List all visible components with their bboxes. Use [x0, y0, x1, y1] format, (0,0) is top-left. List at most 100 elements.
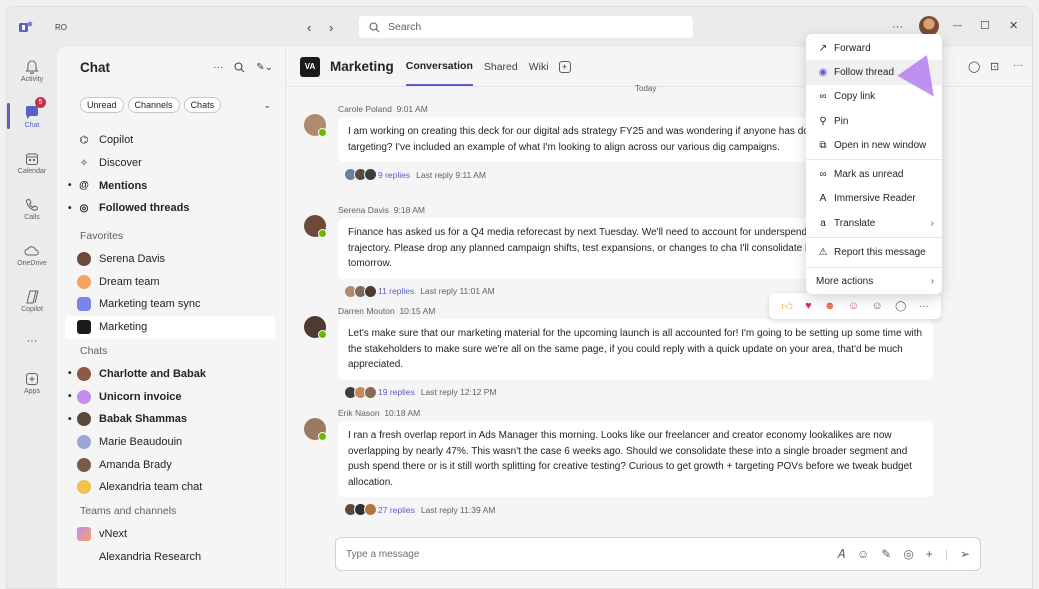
more-icon[interactable]: ··· — [213, 62, 223, 73]
user-initials[interactable]: RO — [55, 23, 67, 32]
nav-followed-threads[interactable]: • ◎ Followed threads — [57, 197, 285, 220]
menu-item-report[interactable]: ⚠ Report this message — [806, 240, 942, 264]
reply-count-link[interactable]: 27 replies — [378, 505, 415, 515]
menu-label: Immersive Reader — [834, 193, 916, 205]
teams-header[interactable]: Teams and channels — [57, 499, 285, 523]
menu-item-mark-unread[interactable]: ∞ Mark as unread — [806, 162, 942, 186]
menu-divider — [806, 237, 942, 239]
chevron-down-icon[interactable]: ⌄ — [263, 100, 271, 111]
thread-replies[interactable]: 19 replies Last reply 12:12 PM — [344, 385, 944, 399]
filter-chats[interactable]: Chats — [183, 97, 222, 113]
sticker-icon[interactable]: ✎ — [881, 547, 891, 561]
tab-wiki[interactable]: Wiki — [529, 61, 549, 73]
meet-icon[interactable]: ⊡ — [990, 60, 999, 73]
add-tab-icon[interactable]: + — [558, 60, 571, 73]
chat-item[interactable]: Dream team — [57, 270, 285, 293]
chat-item-selected[interactable]: Marketing — [65, 315, 275, 339]
search-box[interactable]: Search — [359, 16, 693, 38]
menu-label: Forward — [834, 42, 871, 54]
chevron-right-icon: › — [930, 217, 934, 229]
menu-item-translate[interactable]: a Translate › — [806, 211, 942, 235]
avatar — [364, 503, 377, 516]
initials-avatar — [77, 434, 91, 449]
profile-avatar[interactable] — [919, 16, 939, 36]
reply-count-link[interactable]: 11 replies — [378, 286, 414, 296]
tab-conversation[interactable]: Conversation — [405, 48, 473, 86]
chat-bubble-icon[interactable]: ◯ — [968, 60, 980, 73]
format-icon[interactable]: 𝐴 — [837, 547, 845, 562]
tab-shared[interactable]: Shared — [484, 61, 518, 73]
rail-chat[interactable]: 5 Chat — [7, 93, 57, 139]
menu-item-pin[interactable]: ⚲ Pin — [806, 109, 942, 133]
chat-item[interactable]: Amanda Brady — [57, 453, 285, 476]
menu-label: Translate — [834, 217, 876, 229]
message-4: Erik Nason 10:18 AM I ran a fresh overla… — [304, 408, 944, 516]
more-icon[interactable]: ··· — [919, 301, 929, 312]
search-placeholder: Search — [388, 21, 422, 33]
chat-item[interactable]: • Unicorn invoice — [57, 385, 285, 408]
rail-apps[interactable]: Apps — [7, 359, 57, 405]
unread-icon: ∞ — [819, 169, 827, 181]
chat-item-label: Unicorn invoice — [99, 390, 182, 403]
thread-replies[interactable]: 27 replies Last reply 11:39 AM — [344, 503, 944, 516]
compose-box[interactable]: Type a message 𝐴 ☺ ✎ ◎ + | ➢ — [335, 537, 981, 571]
chats-header[interactable]: Chats — [57, 339, 285, 363]
maximize-button[interactable]: ☐ — [980, 19, 990, 32]
rail-label: Calendar — [17, 167, 47, 175]
chat-item[interactable]: Alexandria team chat — [57, 476, 285, 499]
filter-channels[interactable]: Channels — [127, 97, 180, 113]
chat-item[interactable]: • Charlotte and Babak — [57, 363, 285, 386]
rail-copilot[interactable]: Copilot — [7, 277, 57, 323]
forward-nav-icon[interactable]: › — [329, 20, 333, 35]
like-reaction[interactable]: 👍︎ — [781, 300, 793, 313]
menu-item-open-new-window[interactable]: ⧉ Open in new window — [806, 133, 942, 157]
favorites-header[interactable]: Favorites — [57, 224, 285, 248]
chevron-right-icon: › — [930, 276, 934, 288]
cloud-icon — [23, 242, 41, 260]
menu-item-more-actions[interactable]: More actions › — [806, 270, 942, 294]
nav-mentions[interactable]: • @ Mentions — [57, 174, 285, 197]
heart-reaction[interactable]: ♥ — [805, 300, 812, 312]
reply-count-link[interactable]: 9 replies — [378, 170, 410, 180]
send-icon[interactable]: ➢ — [960, 547, 970, 561]
surprised-reaction[interactable]: ☺ — [848, 300, 859, 312]
search-icon[interactable] — [234, 62, 245, 73]
chat-item[interactable]: Serena Davis — [57, 248, 285, 271]
nav-discover[interactable]: ✧ Discover — [57, 152, 285, 175]
nav-label: Discover — [99, 157, 142, 170]
close-button[interactable]: ✕ — [1009, 19, 1018, 32]
laugh-reaction[interactable]: ☻ — [824, 300, 836, 312]
channel-item[interactable]: Alexandria Research — [57, 545, 285, 568]
message-time: 9:01 AM — [396, 104, 428, 114]
loop-icon[interactable]: ◎ — [903, 547, 913, 561]
back-icon[interactable]: ‹ — [307, 20, 311, 35]
rail-onedrive[interactable]: OneDrive — [7, 231, 57, 277]
add-reaction-icon[interactable]: ☺ — [872, 300, 883, 312]
chat-item-label: Alexandria team chat — [99, 481, 203, 494]
filter-unread[interactable]: Unread — [80, 97, 124, 113]
message-body: I ran a fresh overlap report in Ads Mana… — [338, 421, 933, 497]
reply-count-link[interactable]: 19 replies — [378, 387, 415, 397]
rail-calls[interactable]: Calls — [7, 185, 57, 231]
add-icon[interactable]: + — [926, 547, 933, 561]
emoji-icon[interactable]: ☺ — [857, 547, 869, 561]
minimize-button[interactable]: — — [953, 20, 962, 30]
team-item[interactable]: vNext — [57, 523, 285, 546]
message-input[interactable]: Type a message — [346, 549, 837, 560]
rail-calendar[interactable]: Calendar — [7, 139, 57, 185]
new-chat-icon[interactable]: ✎⌄ — [256, 62, 273, 73]
reply-icon[interactable]: ◯ — [895, 301, 906, 312]
chat-item[interactable]: • Babak Shammas — [57, 408, 285, 431]
chat-item[interactable]: Marketing team sync — [57, 293, 285, 316]
more-icon[interactable]: ··· — [1013, 60, 1023, 71]
chat-item[interactable]: Marie Beaudouin — [57, 431, 285, 454]
rail-label: Chat — [24, 121, 40, 129]
unread-dot: • — [68, 413, 72, 425]
rail-more[interactable]: ··· — [7, 323, 57, 359]
rail-activity[interactable]: Activity — [7, 47, 57, 93]
channel-item-label: Alexandria Research — [99, 550, 202, 563]
menu-item-immersive-reader[interactable]: A Immersive Reader — [806, 187, 942, 211]
menu-item-forward[interactable]: ↗ Forward — [806, 36, 942, 60]
more-options-icon[interactable]: ··· — [892, 21, 903, 33]
nav-copilot[interactable]: ⌬ Copilot — [57, 129, 285, 152]
